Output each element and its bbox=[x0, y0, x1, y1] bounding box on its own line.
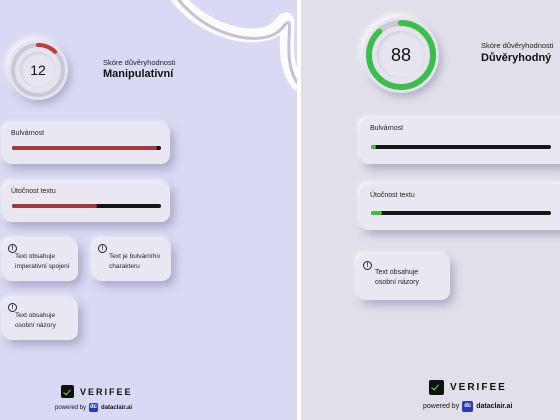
flag-text: Text obsahuje osobní názory bbox=[375, 269, 419, 286]
score-value: 88 bbox=[377, 31, 425, 79]
metric-bar-fill bbox=[12, 146, 157, 150]
right-result-panel: 88 Skóre důvěryhodnosti Důvěryhodný Bulv… bbox=[301, 0, 560, 420]
dataclair-icon: dc bbox=[462, 401, 474, 412]
metric-bar-track bbox=[12, 204, 161, 208]
info-icon: ! bbox=[363, 261, 372, 270]
score-verdict: Důvěryhodný bbox=[481, 52, 552, 64]
dataclair-icon: dc bbox=[89, 403, 99, 412]
verifee-logo-icon bbox=[429, 380, 444, 395]
metric-card-utocnost: Útočnost textu bbox=[360, 184, 560, 230]
flag-text: Text obsahuje osobní názory bbox=[15, 312, 56, 329]
powered-by-label: powered by bbox=[55, 404, 87, 411]
powered-by: powered by dc dataclair.ai bbox=[423, 401, 512, 412]
metric-bar-fill bbox=[12, 204, 97, 208]
verifee-logo-icon bbox=[61, 385, 74, 398]
info-icon: ! bbox=[98, 244, 107, 253]
score-dial: 12 bbox=[8, 40, 68, 100]
brand-name: VERIFEE bbox=[80, 386, 133, 397]
metric-bar-track bbox=[371, 211, 551, 215]
score-label: Skóre důvěryhodnosti bbox=[481, 41, 554, 50]
metric-label: Bulvárnost bbox=[370, 125, 404, 132]
flag-card-opinions: ! Text obsahuje osobní názory bbox=[3, 298, 78, 340]
score-value: 12 bbox=[20, 52, 56, 88]
metric-card-bulvarnost: Bulvárnost bbox=[360, 118, 560, 164]
metric-bar-fill bbox=[371, 145, 377, 149]
flag-text: Text je bulvárního charakteru bbox=[109, 253, 160, 270]
flag-card-opinions: ! Text obsahuje osobní názory bbox=[357, 254, 450, 300]
verifee-logo: VERIFEE bbox=[429, 380, 507, 395]
powered-by-label: powered by bbox=[423, 403, 460, 410]
flag-card-imperative: ! Text obsahuje imperativní spojení bbox=[3, 239, 78, 281]
metric-bar-track bbox=[371, 145, 551, 149]
flag-card-tabloid: ! Text je bulvárního charakteru bbox=[93, 239, 171, 281]
metric-bar-fill bbox=[371, 211, 382, 215]
dataclair-name: dataclair.ai bbox=[476, 403, 513, 410]
metric-bar-track bbox=[12, 146, 161, 150]
flag-text: Text obsahuje imperativní spojení bbox=[15, 253, 70, 270]
brand-name: VERIFEE bbox=[450, 382, 507, 393]
metric-card-bulvarnost: Bulvárnost bbox=[3, 124, 170, 164]
score-label: Skóre důvěryhodnosti bbox=[103, 58, 176, 67]
left-result-panel: 12 Skóre důvěryhodnosti Manipulativní Bu… bbox=[0, 0, 297, 420]
metric-label: Útočnost textu bbox=[11, 188, 56, 195]
powered-by: powered by dc dataclair.ai bbox=[55, 403, 132, 412]
metric-label: Bulvárnost bbox=[11, 130, 45, 137]
score-dial: 88 bbox=[363, 17, 439, 93]
metric-label: Útočnost textu bbox=[370, 192, 415, 199]
dataclair-name: dataclair.ai bbox=[101, 404, 133, 411]
metric-card-utocnost: Útočnost textu bbox=[3, 182, 170, 222]
score-verdict: Manipulativní bbox=[103, 68, 174, 80]
verifee-logo: VERIFEE bbox=[61, 385, 133, 398]
